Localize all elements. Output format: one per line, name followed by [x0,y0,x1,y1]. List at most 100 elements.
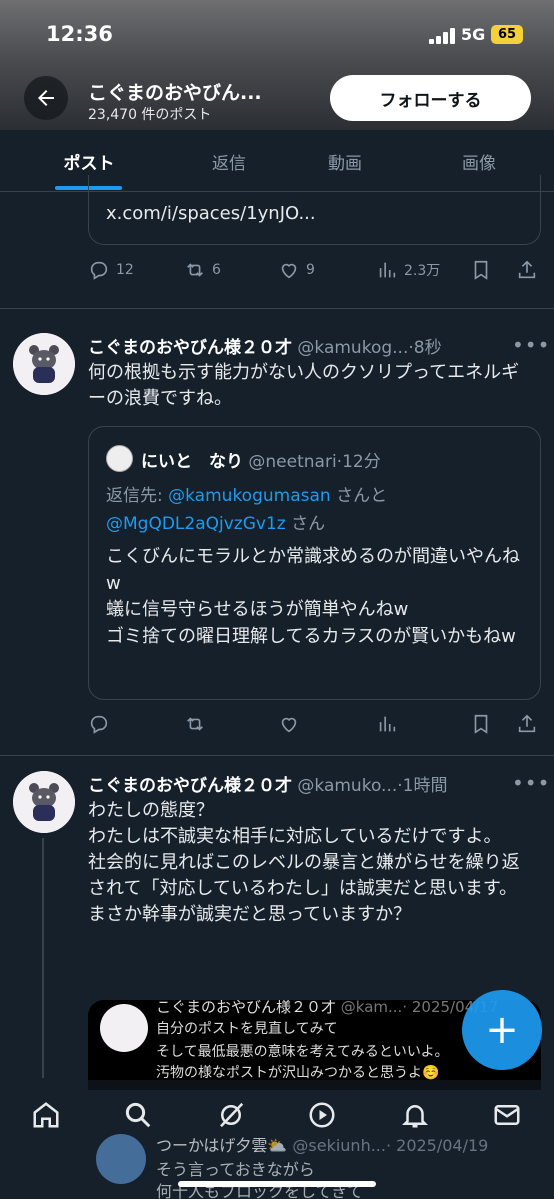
heart-icon [281,717,297,733]
screenshot-author-name: こぐまのおやびん様２０才 [156,1000,337,1016]
back-button[interactable] [24,76,68,120]
like-button[interactable]: 9 [278,256,315,284]
repost-count: 6 [212,262,221,278]
arrow-left-icon [38,90,54,106]
screenshot-author: こぐまのおやびん様２０才 @kam...· 2025/04/17 [156,1000,498,1017]
quoted-author: にいと なり @neetnari·12分 [141,447,381,472]
views-icon [379,716,396,732]
quoted-author-name: にいと なり [141,452,243,472]
bookmark-icon [474,714,488,734]
like-button[interactable] [278,710,300,738]
background-reply: つーかはげ夕雲⛅ @sekiunh...· 2025/04/19 そう言っておき… [96,1130,554,1199]
messages-button[interactable] [490,1098,524,1132]
bell-icon [401,1105,429,1128]
share-icon [518,260,536,279]
video-button[interactable] [305,1098,339,1132]
post-divider [0,755,554,756]
status-bar: 12:36 5G 65 [0,0,554,70]
post-divider [0,308,554,309]
views-button[interactable]: 2.3万 [376,256,440,284]
reply-prefix: 返信先: [106,486,169,506]
network-label: 5G [461,25,486,44]
views-button[interactable] [376,710,398,738]
play-icon [309,1102,335,1128]
like-count: 9 [306,262,315,278]
status-time: 12:36 [46,22,113,46]
reply-date: · 2025/04/19 [385,1136,489,1155]
author-handle: @kamuko... [297,776,398,796]
mail-icon [494,1105,520,1125]
repost-icon [187,263,203,277]
home-button[interactable] [29,1098,63,1132]
page-title: こぐまのおやびん... [88,82,262,104]
share-button[interactable] [516,710,538,738]
reply-author-handle: @sekiunh... [292,1136,386,1155]
signal-icon [429,28,455,44]
search-icon [125,1102,151,1128]
reply-count: 12 [116,262,134,278]
notifications-button[interactable] [398,1098,432,1132]
bookmark-icon [474,260,488,280]
home-indicator [178,1181,376,1187]
bear-avatar-icon [13,771,75,833]
reply-author: つーかはげ夕雲⛅ @sekiunh...· 2025/04/19 [156,1132,488,1156]
grok-button[interactable] [214,1098,248,1132]
more-icon[interactable]: ••• [512,333,549,357]
post-text: 何の根拠も示す能力がない人のクソリプってエネルギーの浪費ですね。 [88,362,520,409]
home-icon [33,1102,59,1128]
heart-icon [281,263,297,279]
mention-link[interactable]: @MgQDL2aQjvzGv1z [106,514,286,534]
author-name: こぐまのおやびん様２０才 [88,776,292,796]
reply-icon [90,715,108,734]
reply-text: そう言っておきながら [156,1160,315,1179]
post-author[interactable]: こぐまのおやびん様２０才 @kamukog...·8秒 [88,333,498,358]
share-button[interactable] [516,256,538,284]
bookmark-button[interactable] [470,256,492,284]
more-icon[interactable]: ••• [512,771,549,795]
reply-author-name: つーかはげ夕雲⛅ [156,1136,288,1155]
reply-context: 返信先: @kamukogumasan さんと @MgQDL2aQjvzGv1z… [106,482,526,538]
mention-link[interactable]: @kamukogumasan [168,486,331,506]
battery-icon: 65 [491,25,523,44]
screenshot-handle: @kam... [340,1000,403,1016]
quoted-post-time: ·12分 [336,452,381,472]
screenshot-line: 汚物の様なポストが沢山みつかると思うよ☺️ [156,1065,440,1081]
screenshot-avatar [100,1004,148,1052]
post-actions: 12 6 9 2.3万 [88,256,542,284]
quoted-avatar [106,445,133,472]
quoted-author-handle: @neetnari [248,452,337,472]
space-link[interactable]: x.com/i/spaces/1ynJO... [106,203,316,224]
follow-button[interactable]: フォローする [330,75,531,121]
bookmark-button[interactable] [470,710,492,738]
avatar[interactable] [13,771,75,833]
reply-icon [90,261,108,280]
search-button[interactable] [121,1098,155,1132]
reply-button[interactable]: 12 [88,256,134,284]
post-count: 23,470 件のポスト [88,107,212,123]
reply-button[interactable] [88,710,110,738]
repost-icon [187,717,203,731]
share-icon [518,714,536,733]
bear-avatar-icon [13,333,75,395]
mention-suffix: さん [291,514,326,534]
reply-avatar [96,1134,146,1184]
thread-line [42,838,44,1078]
screenshot-line: そして最低最悪の意味を考えてみるといいよ。 [156,1044,449,1060]
views-count: 2.3万 [404,263,441,279]
author-name: こぐまのおやびん様２０才 [88,338,292,358]
mention-join: さんと [336,486,388,506]
post-time: ·1時間 [397,776,448,796]
avatar[interactable] [13,333,75,395]
screenshot-line: 自分のポストを見直してみて [156,1021,338,1037]
post-time: ·8秒 [408,338,442,358]
author-handle: @kamukog... [297,338,409,358]
repost-button[interactable] [184,710,206,738]
views-icon [379,262,396,278]
grok-icon [220,1102,244,1128]
quoted-post-text: こくびんにモラルとか常識求めるのが間違いやんねw 蟻に信号守らせるほうが簡単やん… [106,546,520,647]
post-author[interactable]: こぐまのおやびん様２０才 @kamuko...·1時間 [88,771,498,796]
compose-button[interactable]: + [462,990,542,1070]
post-text: わたしの態度？ わたしは不誠実な相手に対応しているだけですよ。 社会的に見ればこ… [88,800,520,925]
repost-button[interactable]: 6 [184,256,221,284]
post-actions [88,710,542,738]
